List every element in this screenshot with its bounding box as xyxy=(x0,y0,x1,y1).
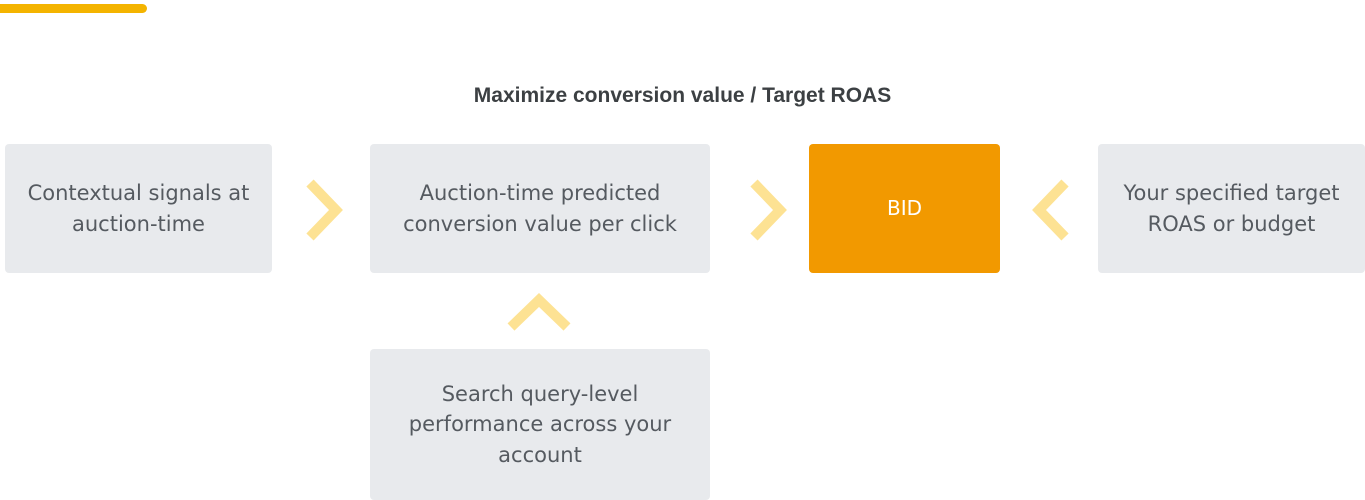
node-search-query-performance: Search query-level performance across yo… xyxy=(370,349,710,500)
chevron-right-icon xyxy=(306,179,343,241)
diagram-title: Maximize conversion value / Target ROAS xyxy=(473,84,892,107)
node-bid: BID xyxy=(809,144,1000,273)
node-contextual-signals: Contextual signals at auction-time xyxy=(5,144,272,273)
node-target-roas-or-budget: Your specified target ROAS or budget xyxy=(1098,144,1365,273)
node-predicted-conversion-value: Auction-time predicted conversion value … xyxy=(370,144,710,273)
accent-bar xyxy=(0,4,147,13)
chevron-right-icon xyxy=(750,179,787,241)
chevron-up-icon xyxy=(507,293,571,331)
chevron-left-icon xyxy=(1032,179,1069,241)
